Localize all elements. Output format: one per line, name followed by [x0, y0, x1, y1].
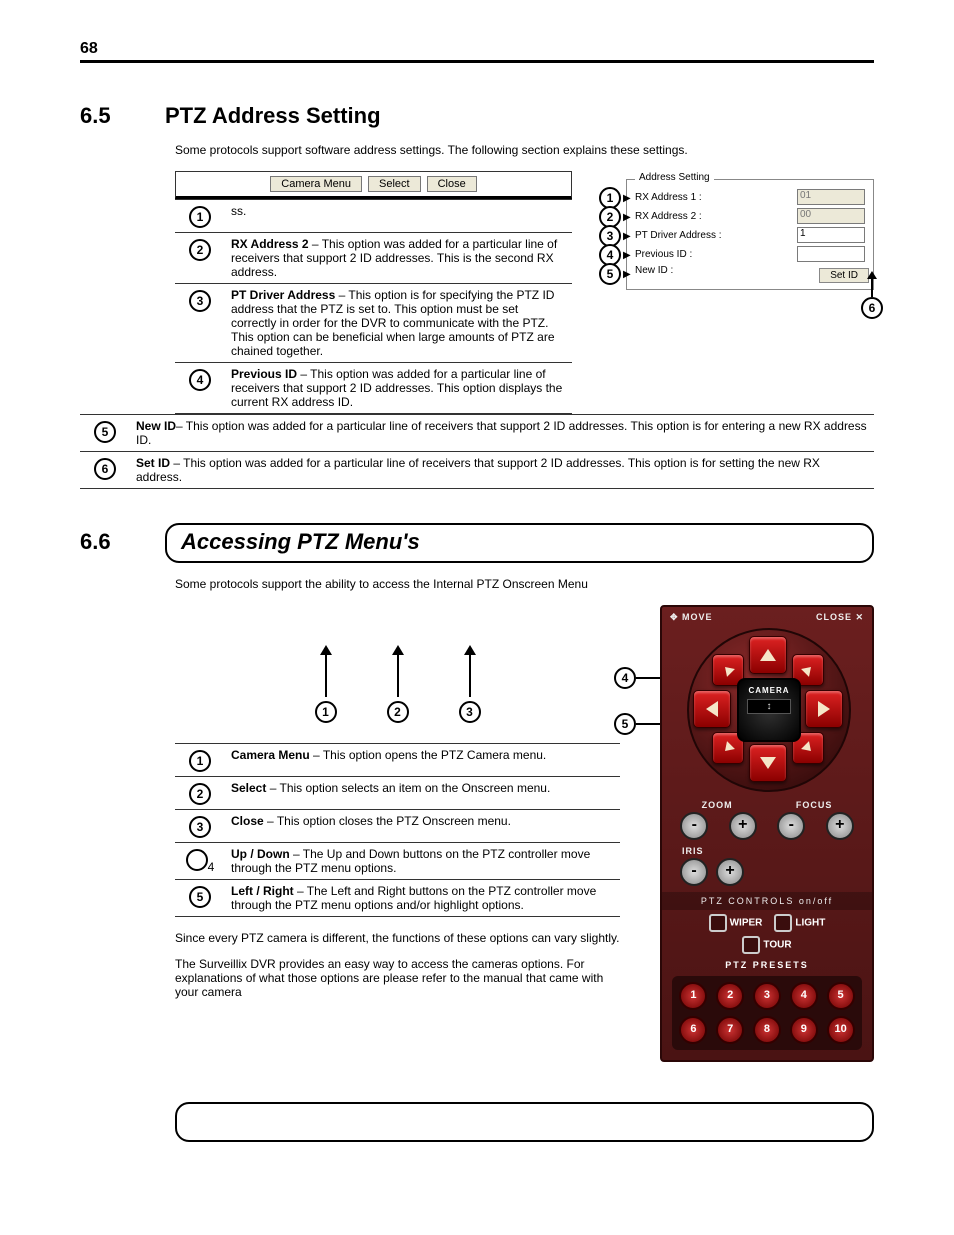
focus-out-button[interactable]: -: [777, 812, 805, 840]
ptz-move-handle[interactable]: ✥ MOVE: [670, 612, 713, 623]
section-65-intro: Some protocols support software address …: [175, 143, 874, 157]
wiper-checkbox[interactable]: [709, 914, 727, 932]
section-66-table: 1 Camera Menu – This option opens the PT…: [175, 743, 620, 917]
presets-label: PTZ PRESETS: [662, 960, 872, 970]
dpad-right-button[interactable]: [805, 690, 843, 728]
select-button[interactable]: Select: [368, 176, 421, 192]
preset-button-7[interactable]: 7: [716, 1016, 744, 1044]
dpad-down-button[interactable]: [749, 744, 787, 782]
camera-label: CAMERA: [739, 686, 799, 695]
focus-in-button[interactable]: +: [826, 812, 854, 840]
empty-pill: [175, 1102, 874, 1142]
tour-label: TOUR: [763, 940, 791, 951]
preset-button-6[interactable]: 6: [679, 1016, 707, 1044]
section-66-para1: Since every PTZ camera is different, the…: [175, 931, 620, 945]
table-row: 3 Close – This option closes the PTZ Ons…: [175, 810, 620, 843]
table-row: 4 Previous ID – This option was added fo…: [175, 363, 572, 414]
rx-address-2-input[interactable]: 00: [797, 208, 865, 224]
rx-address-1-input[interactable]: 01: [797, 189, 865, 205]
section-66-title: Accessing PTZ Menu's: [165, 523, 874, 563]
previous-id-label: Previous ID :: [635, 249, 797, 260]
wiper-label: WIPER: [730, 918, 763, 929]
section-66-intro: Some protocols support the ability to ac…: [175, 577, 874, 591]
close-button[interactable]: Close: [427, 176, 477, 192]
ptz-close-button[interactable]: CLOSE ✕: [816, 612, 864, 623]
preset-button-3[interactable]: 3: [753, 982, 781, 1010]
section-65-header: 6.5 PTZ Address Setting: [80, 103, 874, 129]
preset-button-10[interactable]: 10: [827, 1016, 855, 1044]
preset-button-9[interactable]: 9: [790, 1016, 818, 1044]
num-badge-2: 2: [189, 239, 211, 261]
section-65-num: 6.5: [80, 103, 165, 129]
camera-button-row: Camera Menu Select Close: [175, 171, 572, 199]
arrow-row: 1 2 3: [175, 645, 620, 723]
page-number: 68: [80, 40, 874, 63]
preset-grid: 1 2 3 4 5 6 7 8 9 10: [672, 976, 862, 1050]
table-row: 5 Left / Right – The Left and Right butt…: [175, 880, 620, 917]
section-65-table: 1 ss. 2 RX Address 2 – This option was a…: [175, 199, 572, 414]
light-label: LIGHT: [795, 918, 825, 929]
table-row: 2 RX Address 2 – This option was added f…: [175, 233, 572, 284]
table-row: 5 New ID– This option was added for a pa…: [80, 415, 874, 452]
iris-open-button[interactable]: +: [716, 858, 744, 886]
ptz-controls-label: PTZ CONTROLS on/off: [662, 892, 872, 910]
rx-address-1-label: RX Address 1 :: [635, 192, 797, 203]
tour-checkbox[interactable]: [742, 936, 760, 954]
num-badge-4: 4: [189, 369, 211, 391]
light-checkbox[interactable]: [774, 914, 792, 932]
table-row: 1 Camera Menu – This option opens the PT…: [175, 744, 620, 777]
table-row: 6 Set ID – This option was added for a p…: [80, 452, 874, 489]
table-row: 2 Select – This option selects an item o…: [175, 777, 620, 810]
section-65-table-cont: 5 New ID– This option was added for a pa…: [80, 414, 874, 489]
dpad-up-button[interactable]: [749, 636, 787, 674]
table-row: 4 Up / Down – The Up and Down buttons on…: [175, 843, 620, 880]
section-66-header: 6.6 Accessing PTZ Menu's: [80, 523, 874, 563]
section-65-title: PTZ Address Setting: [165, 103, 381, 129]
pt-driver-input[interactable]: 1: [797, 227, 865, 243]
iris-label: IRIS: [682, 846, 704, 856]
pt-driver-label: PT Driver Address :: [635, 230, 797, 241]
section-66-num: 6.6: [80, 529, 165, 555]
ptz-controller-panel: ✥ MOVE CLOSE ✕ CAMERA ↕: [660, 605, 874, 1062]
camera-display: ↕: [747, 699, 791, 714]
table-row: 3 PT Driver Address – This option is for…: [175, 284, 572, 363]
iris-close-button[interactable]: -: [680, 858, 708, 886]
address-legend: Address Setting: [635, 172, 714, 183]
rx-address-2-label: RX Address 2 :: [635, 211, 797, 222]
preset-button-8[interactable]: 8: [753, 1016, 781, 1044]
num-badge-5: 5: [94, 421, 116, 443]
zoom-label: ZOOM: [702, 800, 733, 810]
num-badge-6: 6: [94, 458, 116, 480]
preset-button-4[interactable]: 4: [790, 982, 818, 1010]
num-badge-3: 3: [189, 290, 211, 312]
dpad-left-button[interactable]: [693, 690, 731, 728]
zoom-in-button[interactable]: +: [729, 812, 757, 840]
preset-button-2[interactable]: 2: [716, 982, 744, 1010]
address-setting-panel: Address Setting 1▶ RX Address 1 : 01 2▶ …: [590, 179, 874, 414]
preset-button-5[interactable]: 5: [827, 982, 855, 1010]
focus-label: FOCUS: [796, 800, 833, 810]
preset-button-1[interactable]: 1: [679, 982, 707, 1010]
table-row: 1 ss.: [175, 200, 572, 233]
num-badge-1: 1: [189, 206, 211, 228]
section-66-para2: The Surveillix DVR provides an easy way …: [175, 957, 620, 999]
camera-menu-button[interactable]: Camera Menu: [270, 176, 362, 192]
previous-id-input[interactable]: [797, 246, 865, 262]
dpad-center[interactable]: CAMERA ↕: [737, 678, 801, 742]
zoom-out-button[interactable]: -: [680, 812, 708, 840]
